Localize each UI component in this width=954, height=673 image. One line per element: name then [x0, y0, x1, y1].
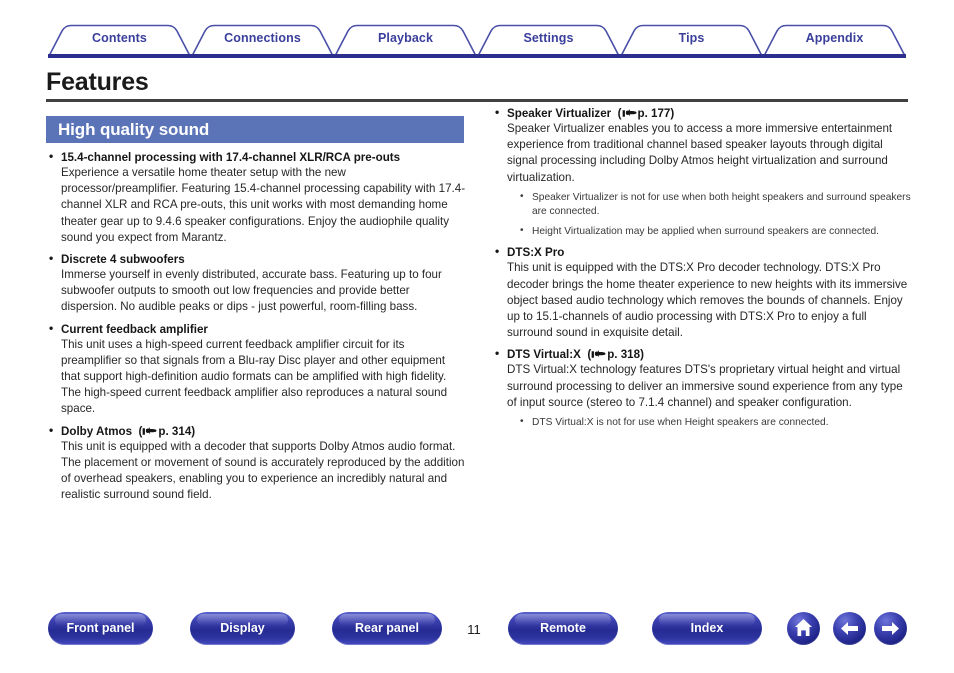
tab-label: Tips: [678, 31, 705, 45]
home-icon: [795, 619, 812, 636]
footer-navigation: 11 Front panel Display Rear panel Remote Ind…: [0, 612, 954, 673]
page-title: Features: [46, 68, 149, 96]
feature-item-notes: DTS Virtual:X is not for use when Height…: [492, 415, 912, 431]
tab-bar-underline: [48, 54, 906, 58]
footer-button-index[interactable]: Index: [652, 612, 762, 645]
feature-item-title: DTS Virtual:X (p. 318): [492, 346, 912, 362]
tab-label: Connections: [224, 31, 301, 45]
page-reference-text: p. 314: [158, 424, 192, 438]
feature-item-title: Discrete 4 subwoofers: [46, 251, 466, 267]
footer-button-display[interactable]: Display: [190, 612, 295, 645]
footer-button-label: Front panel: [66, 621, 135, 635]
arrow-left-icon: [841, 622, 858, 635]
pointing-hand-icon: [591, 350, 606, 359]
section-heading-label: High quality sound: [58, 120, 210, 139]
feature-item-title-text: Speaker Virtualizer: [507, 107, 612, 120]
pointing-hand-icon: [143, 427, 157, 435]
feature-note: DTS Virtual:X is not for use when Height…: [520, 415, 912, 431]
feature-item-body: Experience a versatile home theater setu…: [61, 166, 466, 244]
footer-button-label: Remote: [540, 621, 586, 635]
page-reference-close-paren: ): [670, 107, 675, 120]
tab-label: Settings: [523, 31, 574, 45]
footer-button-label: Display: [220, 621, 265, 635]
feature-item: DTS:X ProThis unit is equipped with the …: [492, 244, 912, 341]
feature-item-body: This unit uses a high-speed current feed…: [61, 337, 448, 416]
tab-label: Playback: [377, 31, 433, 45]
feature-item-title-text: 15.4-channel processing with 17.4-channe…: [61, 151, 401, 164]
footer-button-label: Index: [690, 621, 724, 635]
right-content-column: Speaker Virtualizer (p. 177)Speaker Virt…: [492, 105, 912, 436]
feature-item-notes: Speaker Virtualizer is not for use when …: [492, 190, 912, 240]
footer-home-button[interactable]: [787, 612, 820, 645]
feature-item: Current feedback amplifierThis unit uses…: [46, 321, 466, 418]
page-reference-link[interactable]: (p. 318): [581, 348, 644, 361]
feature-item: DTS Virtual:X (p. 318)DTS Virtual:X tech…: [492, 346, 912, 431]
feature-item-body: DTS Virtual:X technology features DTS's …: [507, 363, 903, 409]
footer-button-front-panel[interactable]: Front panel: [48, 612, 153, 645]
tab-contents[interactable]: Contents: [48, 24, 191, 56]
footer-button-remote[interactable]: Remote: [508, 612, 618, 645]
feature-item-title: Speaker Virtualizer (p. 177): [492, 105, 912, 121]
feature-item-title-text: Current feedback amplifier: [61, 322, 208, 336]
pointing-hand-icon: [622, 109, 637, 117]
left-content-column: 15.4-channel processing with 17.4-channe…: [46, 149, 466, 509]
footer-arrow-left-button[interactable]: [833, 612, 866, 645]
tab-label: Contents: [92, 31, 147, 45]
page-reference-close-paren: ): [191, 424, 196, 438]
page-reference-text: p. 318: [607, 348, 641, 362]
tab-playback[interactable]: Playback: [334, 24, 477, 56]
feature-item-body: This unit is equipped with the DTS:X Pro…: [507, 261, 908, 340]
feature-item-title-text: DTS:X Pro: [507, 246, 565, 260]
tab-settings[interactable]: Settings: [477, 24, 620, 56]
feature-item: Dolby Atmos (p. 314)This unit is equippe…: [46, 423, 466, 504]
page-title-divider: [46, 99, 908, 102]
feature-item-title: Dolby Atmos (p. 314): [46, 423, 466, 439]
page-reference-text: p. 177: [637, 107, 671, 120]
page-reference-link[interactable]: (p. 177): [611, 107, 675, 120]
page-number: 11: [467, 622, 481, 637]
arrow-right-icon: [882, 622, 899, 635]
page-reference-link[interactable]: (p. 314): [132, 424, 196, 438]
tab-appendix[interactable]: Appendix: [763, 24, 906, 56]
tab-tips[interactable]: Tips: [620, 24, 763, 56]
feature-item-body: Speaker Virtualizer enables you to acces…: [507, 122, 893, 184]
feature-item: 15.4-channel processing with 17.4-channe…: [46, 149, 466, 246]
feature-item-title: 15.4-channel processing with 17.4-channe…: [46, 149, 466, 165]
top-tab-bar: Contents Connections Playback Settings Tips A…: [0, 0, 954, 62]
footer-button-label: Rear panel: [355, 621, 419, 635]
footer-arrow-right-button[interactable]: [874, 612, 907, 645]
tab-list: Contents Connections Playback Settings Tips A…: [48, 24, 906, 56]
feature-item: Discrete 4 subwoofersImmerse yourself in…: [46, 251, 466, 316]
page-reference-close-paren: ): [640, 348, 644, 362]
feature-note: Height Virtualization may be applied whe…: [520, 224, 912, 240]
feature-item-body: Immerse yourself in evenly distributed, …: [61, 268, 442, 314]
feature-item-title-text: DTS Virtual:X: [507, 348, 581, 362]
feature-item-title-text: Dolby Atmos: [61, 424, 133, 438]
feature-item-title: DTS:X Pro: [492, 244, 912, 260]
feature-item-body: This unit is equipped with a decoder tha…: [61, 439, 465, 502]
section-heading-bar: High quality sound: [46, 116, 464, 143]
feature-item: Speaker Virtualizer (p. 177)Speaker Virt…: [492, 105, 912, 240]
footer-button-rear-panel[interactable]: Rear panel: [332, 612, 442, 645]
feature-item-title: Current feedback amplifier: [46, 321, 466, 337]
tab-connections[interactable]: Connections: [191, 24, 334, 56]
tab-label: Appendix: [805, 31, 864, 45]
feature-note: Speaker Virtualizer is not for use when …: [520, 190, 912, 220]
feature-item-title-text: Discrete 4 subwoofers: [61, 253, 185, 267]
